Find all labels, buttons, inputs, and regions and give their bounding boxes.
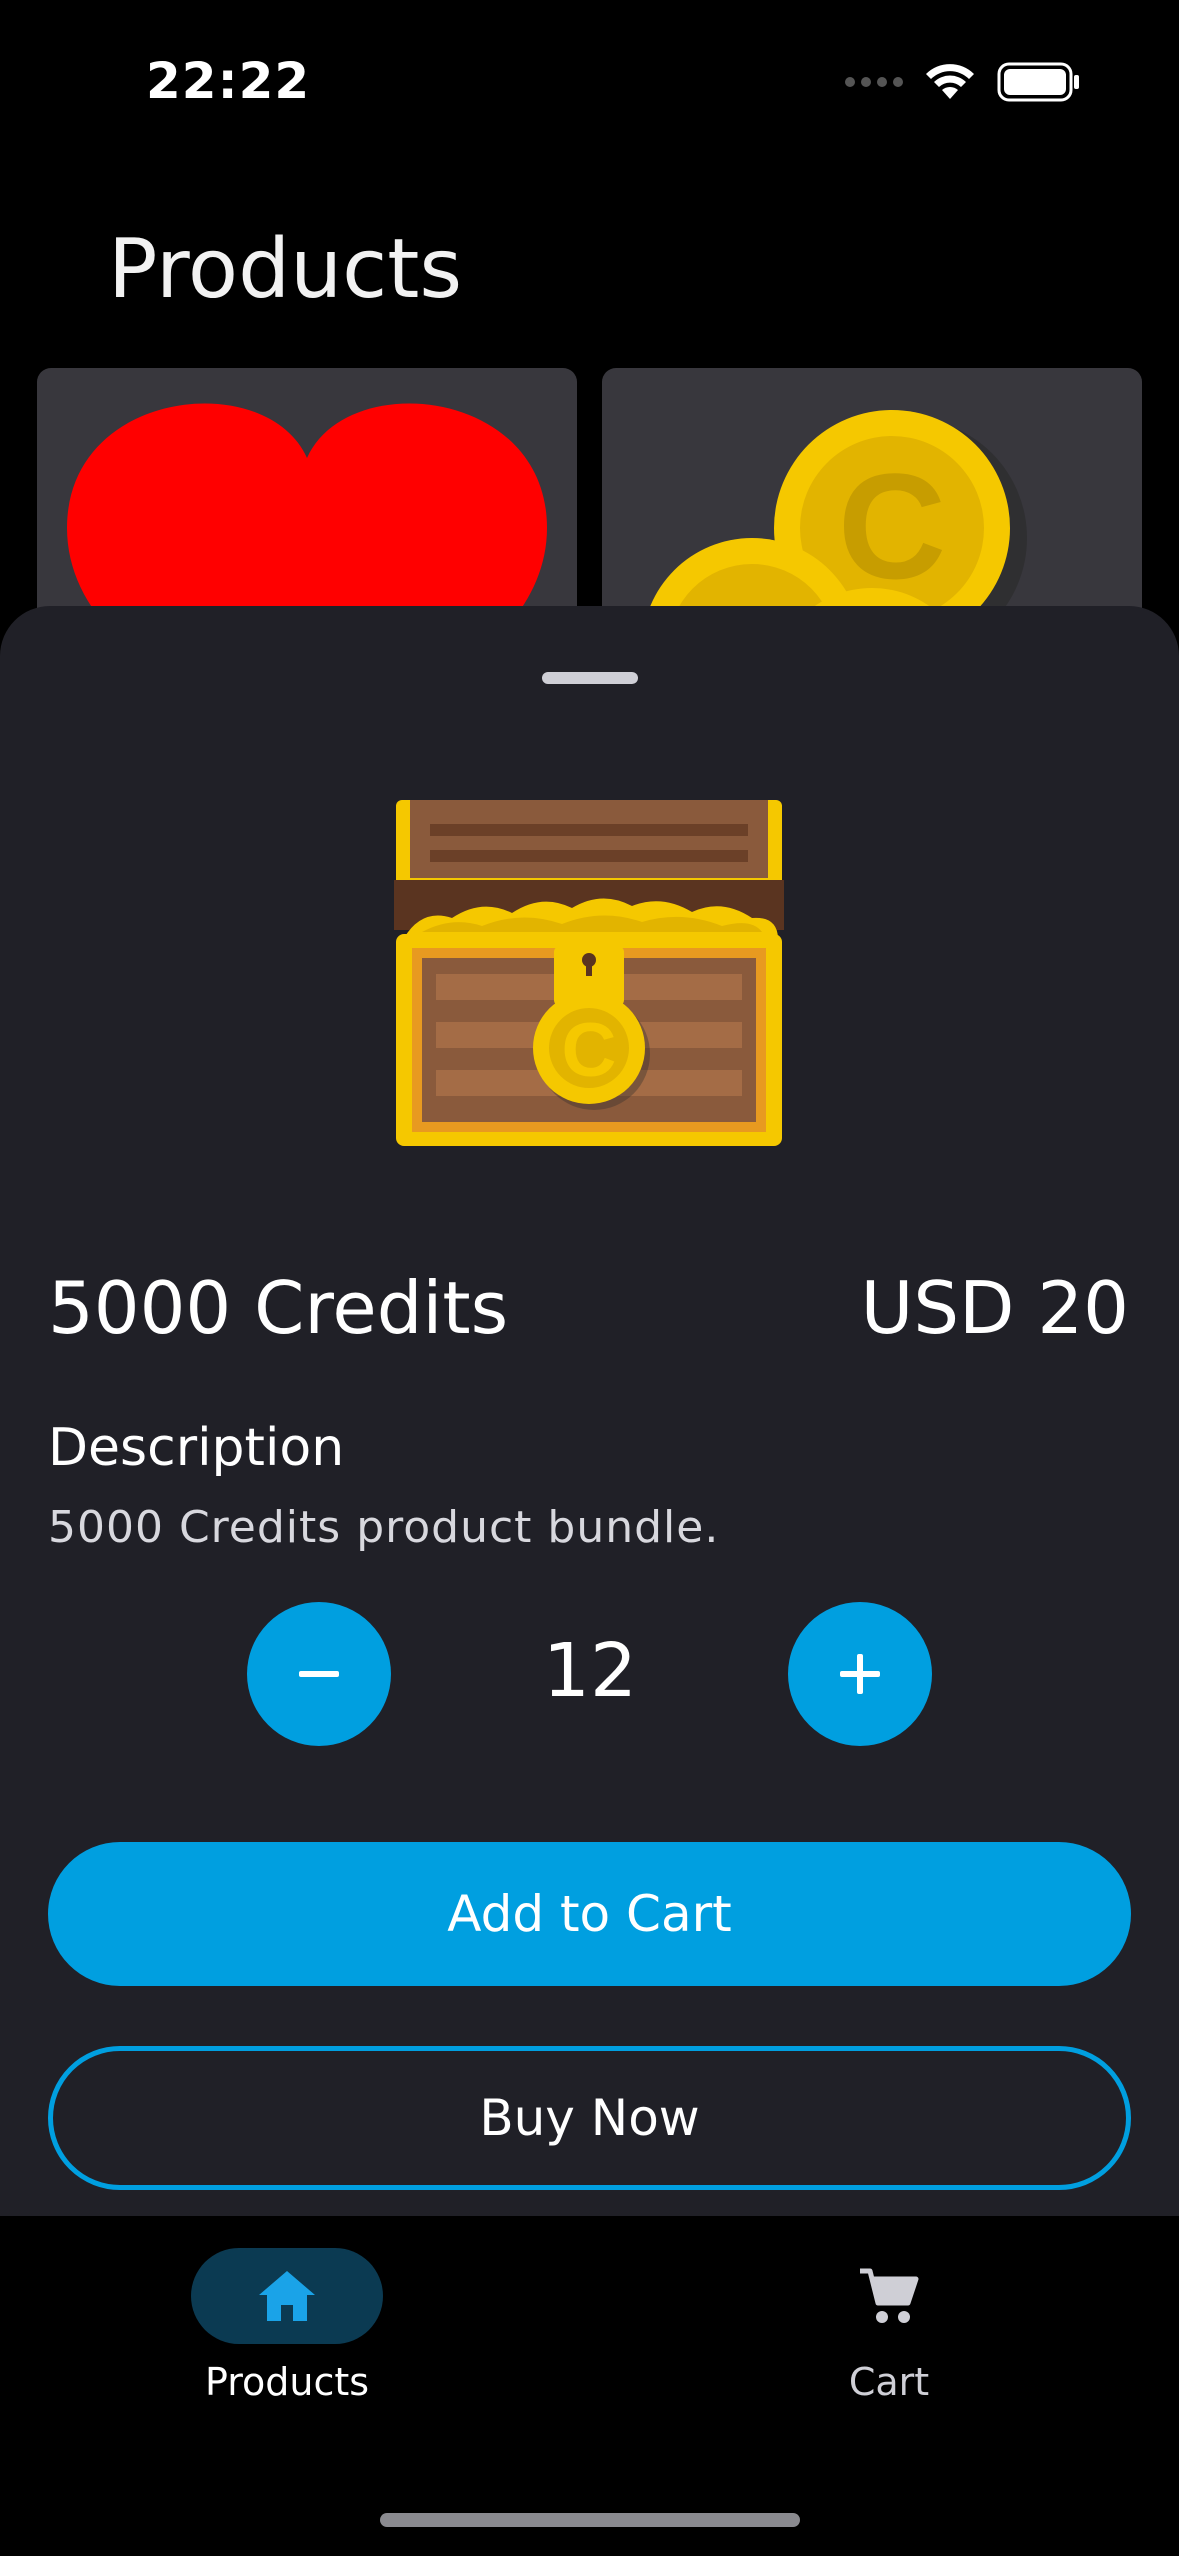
nav-label-products: Products — [204, 2360, 370, 2404]
status-time: 22:22 — [146, 52, 311, 110]
product-detail-sheet: C 5000 Credits USD 20 Description 5000 C… — [0, 606, 1179, 2216]
plus-icon — [840, 1654, 880, 1694]
home-indicator[interactable] — [380, 2513, 800, 2527]
status-icons — [845, 62, 1081, 102]
nav-active-indicator — [191, 2248, 383, 2344]
increase-quantity-button[interactable] — [788, 1602, 932, 1746]
treasure-chest-icon: C — [394, 800, 784, 1146]
quantity-value: 12 — [542, 1628, 638, 1714]
cellular-signal-icon — [845, 77, 903, 87]
svg-text:C: C — [562, 1008, 617, 1093]
bottom-nav: Products Cart — [0, 2216, 1179, 2556]
cart-icon — [860, 2268, 919, 2323]
nav-item-cart[interactable]: Cart — [739, 2248, 1039, 2404]
nav-item-products[interactable]: Products — [137, 2248, 437, 2404]
buy-now-button[interactable]: Buy Now — [48, 2046, 1131, 2190]
minus-icon — [299, 1671, 339, 1677]
sheet-grabber[interactable] — [542, 672, 638, 684]
svg-text:C: C — [838, 442, 946, 610]
add-to-cart-button[interactable]: Add to Cart — [48, 1842, 1131, 1986]
buy-now-label: Buy Now — [479, 2089, 700, 2147]
decrease-quantity-button[interactable] — [247, 1602, 391, 1746]
home-icon — [259, 2271, 315, 2321]
screen: 22:22 Products C C 5000 Credits USD 20 D… — [0, 0, 1179, 2556]
description-heading: Description — [48, 1418, 345, 1478]
product-price: USD 20 — [860, 1266, 1129, 1350]
wifi-icon — [926, 64, 974, 99]
page-title: Products — [108, 222, 463, 317]
add-to-cart-label: Add to Cart — [447, 1885, 732, 1943]
product-name: 5000 Credits — [48, 1266, 509, 1350]
battery-icon — [997, 62, 1079, 102]
nav-label-cart: Cart — [848, 2360, 930, 2404]
description-text: 5000 Credits product bundle. — [48, 1502, 720, 1553]
